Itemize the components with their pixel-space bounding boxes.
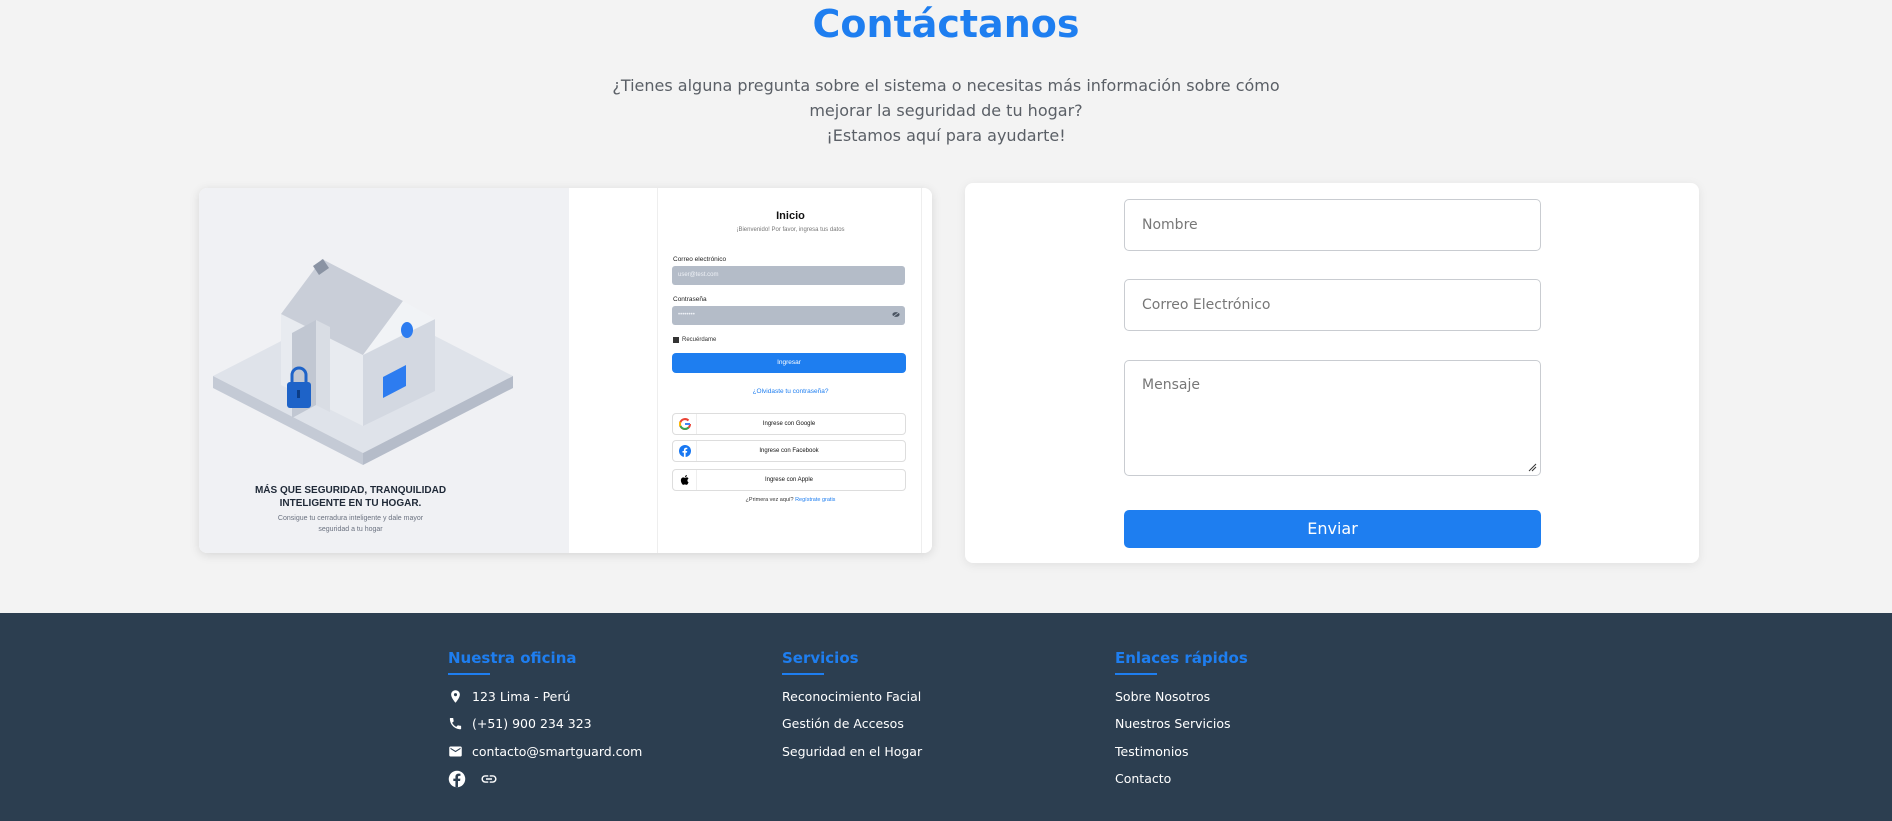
footer-services-title: Servicios xyxy=(782,649,859,667)
footer-email-text: contacto@smartguard.com xyxy=(472,744,643,759)
message-textarea[interactable]: Mensaje xyxy=(1124,360,1541,476)
password-label: Contraseña xyxy=(673,296,707,303)
contact-form: Nombre Correo Electrónico Mensaje Enviar xyxy=(965,183,1699,563)
apple-login-label: Ingrese con Apple xyxy=(764,477,814,483)
footer: Nuestra oficina 123 Lima - Perú (+51) 90… xyxy=(0,613,1892,821)
contact-subtitle-line: ¡Estamos aquí para ayudarte! xyxy=(826,126,1066,145)
login-button-preview: Ingresar xyxy=(672,353,906,373)
password-value: •••••••• xyxy=(678,312,695,318)
footer-office-column: Nuestra oficina 123 Lima - Perú (+51) 90… xyxy=(448,649,642,788)
footer-social-links xyxy=(448,770,498,788)
promo-text: Consigue tu cerradura inteligente y dale… xyxy=(254,513,447,535)
submit-button[interactable]: Enviar xyxy=(1124,510,1541,548)
login-form-preview: Inicio ¡Bienvenido! Por favor, ingresa t… xyxy=(657,188,922,553)
footer-quick-link[interactable]: Sobre Nosotros xyxy=(1115,689,1210,704)
promo-title: MÁS QUE SEGURIDAD, TRANQUILIDAD INTELIGE… xyxy=(199,484,502,510)
email-label: Correo electrónico xyxy=(673,256,727,263)
footer-quick-link[interactable]: Contacto xyxy=(1115,771,1171,786)
footer-office-title: Nuestra oficina xyxy=(448,649,577,667)
email-field-preview: user@test.com xyxy=(672,266,905,285)
password-field-preview: •••••••• xyxy=(672,306,905,325)
footer-service-link[interactable]: Seguridad en el Hogar xyxy=(782,744,922,759)
remember-label: Recuérdame xyxy=(682,337,717,343)
phone-icon xyxy=(449,717,462,730)
facebook-login-preview: Ingrese con Facebook xyxy=(672,440,906,462)
footer-service-link[interactable]: Gestión de Accesos xyxy=(782,716,904,731)
checkbox-icon xyxy=(673,337,679,343)
message-placeholder: Mensaje xyxy=(1142,377,1200,393)
login-preview-image: MÁS QUE SEGURIDAD, TRANQUILIDAD INTELIGE… xyxy=(199,188,932,553)
promo-text-line: Consigue tu cerradura inteligente y dale… xyxy=(277,515,424,522)
link-icon[interactable] xyxy=(480,770,498,788)
signup-prompt: ¿Primera vez aquí? Regístrate gratis xyxy=(658,497,923,503)
promo-title-line: INTELIGENTE EN TU HOGAR. xyxy=(279,498,422,509)
footer-service-link[interactable]: Reconocimiento Facial xyxy=(782,689,921,704)
contact-subtitle: ¿Tienes alguna pregunta sobre el sistema… xyxy=(596,73,1296,148)
contact-subtitle-line: ¿Tienes alguna pregunta sobre el sistema… xyxy=(612,76,1280,95)
footer-title-underline xyxy=(782,673,824,675)
footer-phone-text: (+51) 900 234 323 xyxy=(472,716,592,731)
forgot-password-link: ¿Olvidaste tu contraseña? xyxy=(752,388,829,395)
login-title: Inicio xyxy=(776,210,805,222)
signup-text: ¿Primera vez aquí? xyxy=(745,497,794,503)
footer-title-underline xyxy=(448,673,490,675)
footer-email[interactable]: contacto@smartguard.com xyxy=(448,744,642,759)
facebook-icon xyxy=(673,441,697,461)
contact-subtitle-line: mejorar la seguridad de tu hogar? xyxy=(809,101,1083,120)
apple-icon xyxy=(673,470,697,490)
contact-title: Contáctanos xyxy=(812,2,1080,46)
apple-login-preview: Ingrese con Apple xyxy=(672,469,906,491)
name-input[interactable]: Nombre xyxy=(1124,199,1541,251)
mail-icon xyxy=(449,746,462,757)
facebook-icon[interactable] xyxy=(448,770,466,788)
remember-me: Recuérdame xyxy=(673,337,716,343)
smart-house-illustration xyxy=(213,259,513,465)
footer-quick-link[interactable]: Testimonios xyxy=(1115,744,1188,759)
google-login-preview: Ingrese con Google xyxy=(672,413,906,435)
signup-link: Regístrate gratis xyxy=(795,497,836,503)
footer-address: 123 Lima - Perú xyxy=(448,689,570,704)
facebook-login-label: Ingrese con Facebook xyxy=(759,448,819,454)
footer-address-text: 123 Lima - Perú xyxy=(472,689,571,704)
promo-text-line: seguridad a tu hogar xyxy=(318,526,383,533)
footer-phone: (+51) 900 234 323 xyxy=(448,716,592,731)
google-login-label: Ingrese con Google xyxy=(762,421,816,427)
footer-title-underline xyxy=(1115,673,1157,675)
google-icon xyxy=(673,414,697,434)
email-input[interactable]: Correo Electrónico xyxy=(1124,279,1541,331)
login-panel-area: Inicio ¡Bienvenido! Por favor, ingresa t… xyxy=(569,188,932,553)
promo-title-line: MÁS QUE SEGURIDAD, TRANQUILIDAD xyxy=(254,485,447,496)
footer-quick-link[interactable]: Nuestros Servicios xyxy=(1115,716,1231,731)
eye-off-icon xyxy=(892,311,900,318)
footer-links-title: Enlaces rápidos xyxy=(1115,649,1248,667)
resize-handle-icon[interactable] xyxy=(1528,463,1537,472)
promo-panel: MÁS QUE SEGURIDAD, TRANQUILIDAD INTELIGE… xyxy=(199,188,569,553)
footer-links-column: Enlaces rápidos Sobre Nosotros Nuestros … xyxy=(1115,649,1248,786)
footer-services-column: Servicios Reconocimiento Facial Gestión … xyxy=(782,649,922,759)
login-subtitle: ¡Bienvenido! Por favor, ingresa tus dato… xyxy=(736,227,845,233)
location-pin-icon xyxy=(451,690,460,703)
